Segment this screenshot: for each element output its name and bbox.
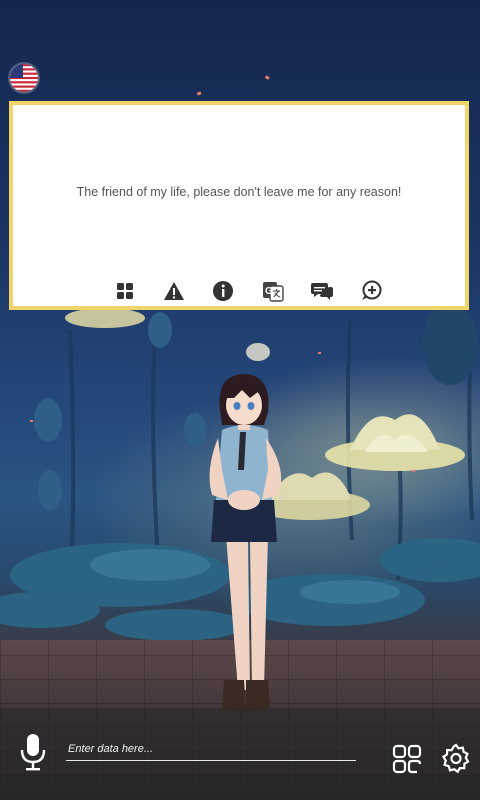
settings-button[interactable] [440, 742, 472, 774]
chat-icon [310, 283, 333, 300]
chat-add-icon [361, 280, 382, 300]
microphone-icon [20, 734, 46, 771]
chat-input[interactable] [66, 738, 360, 760]
message-panel: The friend of my life, please don't leav… [9, 101, 469, 310]
chat-message: The friend of my life, please don't leav… [76, 185, 402, 199]
chat-history-button[interactable] [310, 279, 334, 303]
panel-toolbar: G [113, 277, 383, 305]
menu-grid-button[interactable] [113, 279, 137, 303]
grid-icon [117, 283, 133, 299]
info-icon [213, 281, 234, 301]
language-flag-button[interactable] [10, 64, 38, 92]
new-chat-button[interactable] [359, 279, 383, 303]
apps-grid-icon [392, 744, 422, 774]
us-flag-icon [10, 64, 38, 92]
translate-icon: G [262, 282, 284, 302]
svg-text:G: G [265, 286, 273, 297]
gear-icon [441, 743, 470, 774]
chat-input-wrapper [66, 738, 360, 761]
translate-button[interactable]: G [261, 279, 285, 303]
report-button[interactable] [162, 279, 186, 303]
warning-icon [164, 282, 185, 300]
apps-button[interactable] [392, 744, 422, 774]
microphone-button[interactable] [18, 732, 48, 772]
info-button[interactable] [211, 279, 235, 303]
